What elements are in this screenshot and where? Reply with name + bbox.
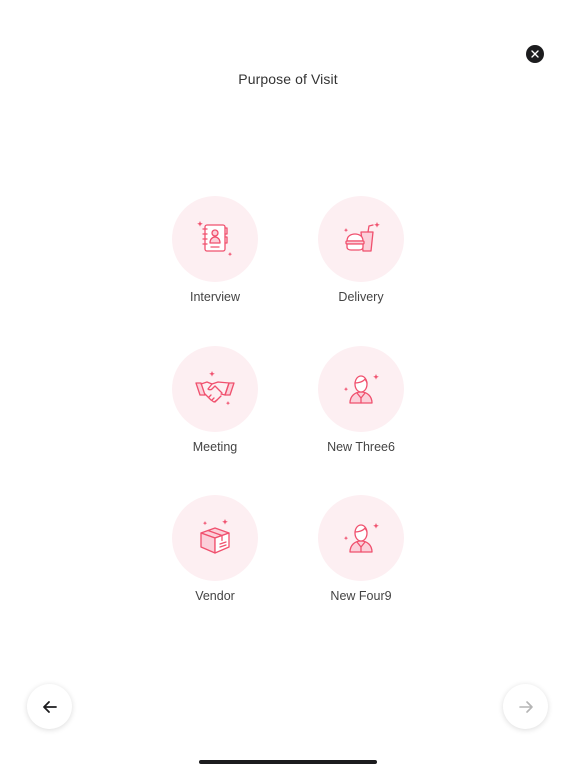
option-label: Interview [189,290,241,304]
home-indicator [199,760,377,764]
option-new-four9[interactable]: New Four9 [301,495,421,615]
option-new-three6[interactable]: New Three6 [301,346,421,466]
option-icon-circle [172,346,258,432]
option-label: Delivery [338,290,384,304]
option-meeting[interactable]: Meeting [155,346,275,466]
package-box-icon [200,519,230,554]
option-icon-circle [172,495,258,581]
option-icon-circle [318,346,404,432]
person-icon [343,523,379,553]
option-vendor[interactable]: Vendor [155,495,275,615]
person-icon [343,374,379,404]
option-label: Vendor [195,589,235,603]
option-icon-circle [172,196,258,282]
option-icon-circle [318,495,404,581]
handshake-icon [195,371,235,406]
option-label: Meeting [192,440,238,454]
option-label: New Four9 [330,589,392,603]
close-icon [531,50,539,58]
arrow-right-icon [518,700,533,713]
back-button[interactable] [27,684,72,729]
option-interview[interactable]: Interview [155,196,275,316]
option-delivery[interactable]: Delivery [301,196,421,316]
arrow-left-icon [42,700,57,713]
contact-book-icon [197,221,233,257]
option-label: New Three6 [327,440,395,454]
close-button[interactable] [526,45,544,63]
option-icon-circle [318,196,404,282]
next-button[interactable] [503,684,548,729]
page-title: Purpose of Visit [238,71,338,87]
food-delivery-icon [343,222,380,252]
